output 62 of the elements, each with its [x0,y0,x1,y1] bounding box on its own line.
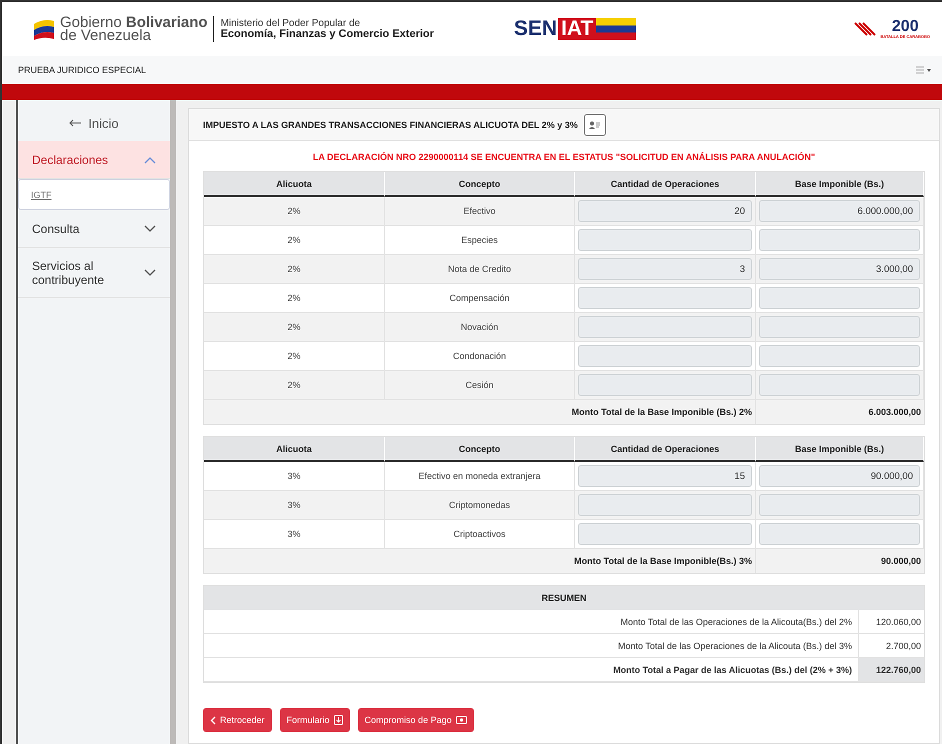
chevron-up-icon [144,156,156,164]
back-button[interactable]: Retroceder [203,708,272,732]
table-cell: Cesión [385,371,575,400]
total-value: 90.000,00 [756,549,924,573]
flag-icon [32,18,56,40]
ministry-name: Ministerio del Poder Popular de Economía, Finanzas y Comercio Exterior [220,18,434,40]
download-icon [334,715,343,725]
table-cell: Criptoactivos [385,520,575,549]
table-cell: Compensación [385,284,575,313]
summary-title: RESUMEN [204,586,924,610]
action-button[interactable]: Compromiso de Pago [358,708,474,732]
seniat-logo: SEN IAT [514,17,636,41]
table-cell: 3% [204,462,385,491]
table-cell: 2% [204,255,385,284]
column-header: Base Imponible (Bs.) [756,437,924,462]
summary-value: 122.760,00 [859,658,924,682]
chevron-left-icon [210,716,216,724]
government-name: Gobierno Bolivariano de Venezuela [60,16,214,42]
card-title: IMPUESTO A LAS GRANDES TRANSACCIONES FINANCIERAS ALICUOTA DEL 2% y 3% [203,120,578,130]
summary-label: Monto Total a Pagar de las Alicuotas (Bs.) del (2% + 3%) [204,658,859,682]
table-cell: 2% [204,342,385,371]
table-cell: Novación [385,313,575,342]
sidebar-item[interactable]: Servicios al contribuyente [18,248,170,298]
total-value: 6.003.000,00 [756,400,924,424]
column-header: Cantidad de Operaciones [575,172,756,197]
table-cell: 2% [204,284,385,313]
submenu-link[interactable]: IGTF [18,179,170,210]
total-label: Monto Total de la Base Imponible (Bs.) 2% [204,400,756,424]
arrow-left-icon [69,119,82,127]
column-header: Cantidad de Operaciones [575,437,756,462]
sidebar-item[interactable]: Declaraciones [18,141,170,179]
table-cell: Criptomonedas [385,491,575,520]
table-cell: 2% [204,313,385,342]
chevron-down-icon [144,268,156,276]
banknote-icon [456,716,467,724]
table-cell: 3% [204,520,385,549]
column-header: Alicuota [204,437,385,462]
table-cell: Nota de Credito [385,255,575,284]
total-label: Monto Total de la Base Imponible(Bs.) 3% [204,549,756,573]
person-card-icon [589,120,600,128]
table-cell: 2% [204,226,385,255]
column-header: Base Imponible (Bs.) [756,172,924,197]
summary-label: Monto Total de las Operaciones de la Alicouta (Bs.) del 3% [204,634,859,658]
column-header: Concepto [385,172,575,197]
table-cell: Especies [385,226,575,255]
status-message: LA DECLARACIÓN NRO 2290000114 SE ENCUENTRA EN EL ESTATUS "SOLICITUD EN ANÁLISIS PARA ANULACIÓN" [312,151,816,164]
table-cell: Efectivo [385,197,575,226]
user-name: PRUEBA JURIDICO ESPECIAL [18,65,146,75]
contact-card-button[interactable] [584,114,606,136]
chevron-down-icon [144,224,156,232]
action-button[interactable]: Formulario [280,708,350,732]
table-cell: 3% [204,491,385,520]
table-cell: 2% [204,371,385,400]
summary-label: Monto Total de las Operaciones de la Alicouta(Bs.) del 2% [204,610,859,634]
table-cell: Efectivo en moneda extranjera [385,462,575,491]
menu-icon[interactable] [916,66,932,74]
sidebar-item[interactable]: Consulta [18,210,170,248]
column-header: Concepto [385,437,575,462]
home-link[interactable]: Inicio [18,108,170,138]
table-cell: 2% [204,197,385,226]
table-cell: Condonación [385,342,575,371]
column-header: Alicuota [204,172,385,197]
